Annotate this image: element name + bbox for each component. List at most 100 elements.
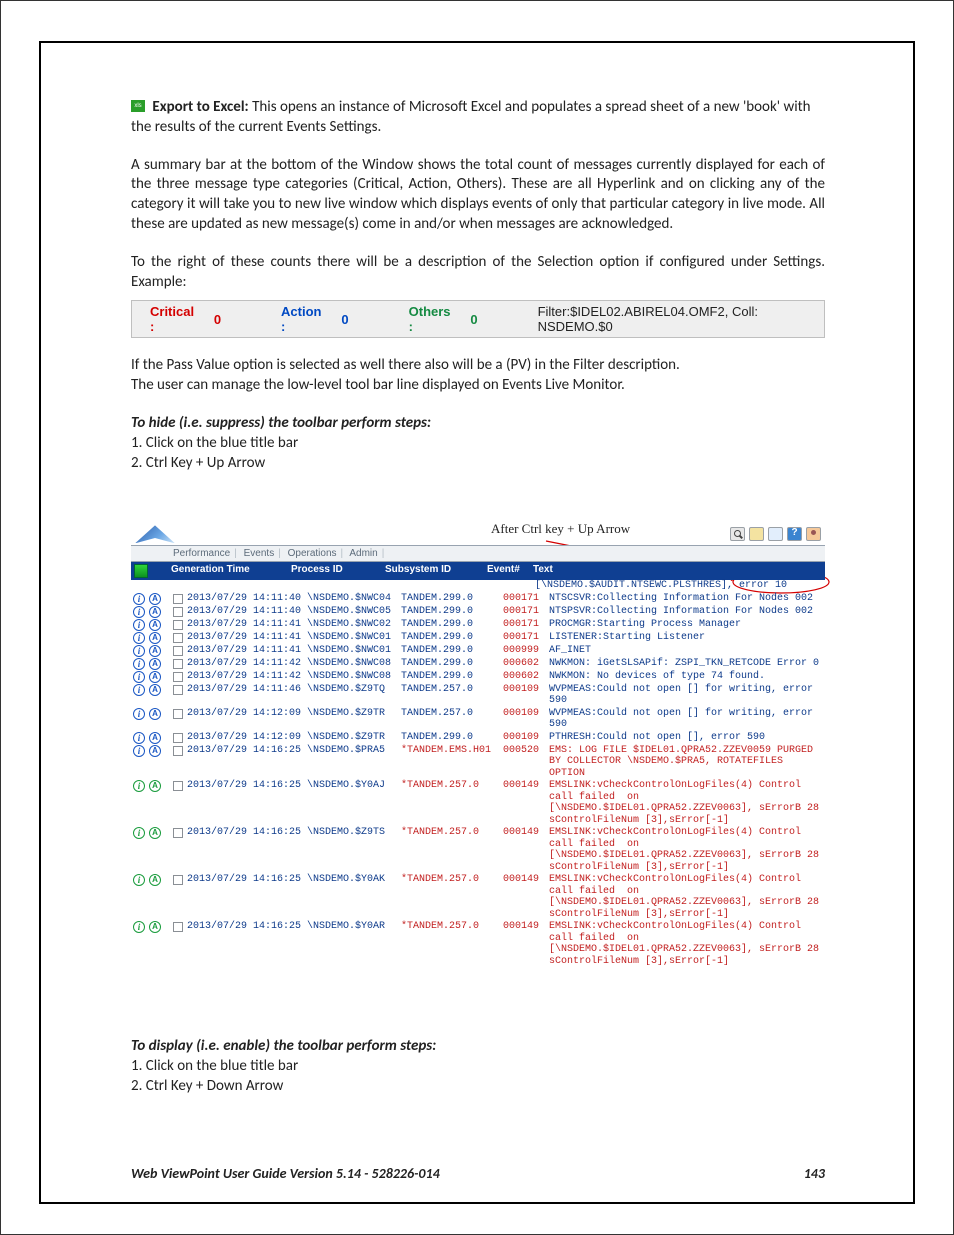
cell-process-id: \NSDEMO.$NWC01 [307, 645, 401, 657]
row-checkbox[interactable] [173, 781, 183, 791]
row-checkbox[interactable] [173, 620, 183, 630]
info-icon[interactable]: i [133, 780, 145, 792]
table-row[interactable]: iA2013/07/29 14:16:25\NSDEMO.$Z9TS*TANDE… [131, 826, 825, 873]
ack-icon[interactable]: A [149, 708, 161, 720]
ack-icon[interactable]: A [149, 645, 161, 657]
row-checkbox[interactable] [173, 672, 183, 682]
action-label[interactable]: Action : [281, 304, 327, 334]
cell-event-number: 000520 [503, 745, 547, 780]
table-row[interactable]: iA2013/07/29 14:16:25\NSDEMO.$Y0AJ*TANDE… [131, 779, 825, 826]
export-to-excel-label: Export to Excel: [152, 98, 248, 116]
row-icons: iA [131, 619, 173, 631]
ack-icon[interactable]: A [149, 874, 161, 886]
table-row[interactable]: iA2013/07/29 14:12:09\NSDEMO.$Z9TRTANDEM… [131, 707, 825, 731]
table-row[interactable]: iA2013/07/29 14:11:42\NSDEMO.$NWC08TANDE… [131, 657, 825, 670]
info-icon[interactable]: i [133, 874, 145, 886]
info-icon[interactable]: i [133, 645, 145, 657]
table-row[interactable]: iA2013/07/29 14:16:25\NSDEMO.$Y0AR*TANDE… [131, 920, 825, 967]
hide-step-1: 1. Click on the blue title bar [131, 434, 825, 454]
col-process-id[interactable]: Process ID [291, 564, 385, 578]
ack-icon[interactable]: A [149, 658, 161, 670]
menu-performance[interactable]: Performance [173, 548, 230, 559]
ack-icon[interactable]: A [149, 827, 161, 839]
cell-event-number: 000999 [503, 645, 547, 657]
row-checkbox[interactable] [173, 746, 183, 756]
row-checkbox[interactable] [173, 709, 183, 719]
cell-event-number: 000171 [503, 632, 547, 644]
info-icon[interactable]: i [133, 606, 145, 618]
row-icons: iA [131, 593, 173, 605]
ack-icon[interactable]: A [149, 593, 161, 605]
ack-icon[interactable]: A [149, 684, 161, 696]
col-text[interactable]: Text [531, 564, 825, 578]
table-row[interactable]: iA2013/07/29 14:11:40\NSDEMO.$NWC04TANDE… [131, 592, 825, 605]
ack-icon[interactable]: A [149, 619, 161, 631]
table-row[interactable]: iA2013/07/29 14:11:41\NSDEMO.$NWC02TANDE… [131, 618, 825, 631]
ack-icon[interactable]: A [149, 745, 161, 757]
row-checkbox[interactable] [173, 875, 183, 885]
ack-icon[interactable]: A [149, 921, 161, 933]
info-icon[interactable]: i [133, 593, 145, 605]
col-subsystem-id[interactable]: Subsystem ID [385, 564, 487, 578]
row-checkbox[interactable] [173, 594, 183, 604]
cell-process-id: \NSDEMO.$Z9TR [307, 708, 401, 731]
ack-icon[interactable]: A [149, 632, 161, 644]
ack-icon[interactable]: A [149, 732, 161, 744]
others-label[interactable]: Others : [409, 304, 457, 334]
info-icon[interactable]: i [133, 684, 145, 696]
cell-event-number: 000602 [503, 658, 547, 670]
row-checkbox[interactable] [173, 733, 183, 743]
row-checkbox[interactable] [173, 922, 183, 932]
row-icons: iA [131, 745, 173, 757]
search-icon[interactable] [730, 527, 745, 541]
cell-process-id: \NSDEMO.$PRA5 [307, 745, 401, 780]
row-checkbox[interactable] [173, 633, 183, 643]
row-checkbox[interactable] [173, 607, 183, 617]
table-row[interactable]: iA2013/07/29 14:11:42\NSDEMO.$NWC08TANDE… [131, 670, 825, 683]
cell-process-id: \NSDEMO.$Z9TQ [307, 684, 401, 707]
ack-icon[interactable]: A [149, 671, 161, 683]
table-row[interactable]: iA2013/07/29 14:11:41\NSDEMO.$NWC01TANDE… [131, 644, 825, 657]
cell-subsystem-id: TANDEM.299.0 [401, 671, 503, 683]
table-row[interactable]: iA2013/07/29 14:12:09\NSDEMO.$Z9TRTANDEM… [131, 731, 825, 744]
display-toolbar-heading: To display (i.e. enable) the toolbar per… [131, 1037, 825, 1057]
hide-toolbar-heading: To hide (i.e. suppress) the toolbar perf… [131, 414, 825, 434]
info-icon[interactable]: i [133, 827, 145, 839]
row-checkbox[interactable] [173, 646, 183, 656]
export-icon[interactable] [768, 527, 783, 541]
help-icon[interactable] [787, 527, 802, 541]
col-generation-time[interactable]: Generation Time [171, 564, 291, 578]
table-row[interactable]: iA2013/07/29 14:11:41\NSDEMO.$NWC01TANDE… [131, 631, 825, 644]
menu-operations[interactable]: Operations [288, 548, 337, 559]
table-row[interactable]: iA2013/07/29 14:11:40\NSDEMO.$NWC05TANDE… [131, 605, 825, 618]
info-icon[interactable]: i [133, 658, 145, 670]
ack-icon[interactable]: A [149, 606, 161, 618]
table-row[interactable]: iA2013/07/29 14:11:46\NSDEMO.$Z9TQTANDEM… [131, 683, 825, 707]
cell-generation-time: 2013/07/29 14:11:46 [187, 684, 307, 707]
theme-icon[interactable] [749, 527, 764, 541]
cell-generation-time: 2013/07/29 14:16:25 [187, 921, 307, 967]
info-icon[interactable]: i [133, 619, 145, 631]
row-checkbox[interactable] [173, 685, 183, 695]
critical-label[interactable]: Critical : [150, 304, 200, 334]
info-icon[interactable]: i [133, 632, 145, 644]
ack-icon[interactable]: A [149, 780, 161, 792]
menu-admin[interactable]: Admin [349, 548, 377, 559]
table-row[interactable]: iA2013/07/29 14:16:25\NSDEMO.$Y0AK*TANDE… [131, 873, 825, 920]
info-icon[interactable]: i [133, 745, 145, 757]
row-checkbox[interactable] [173, 828, 183, 838]
others-value: 0 [470, 312, 477, 327]
info-icon[interactable]: i [133, 921, 145, 933]
info-icon[interactable]: i [133, 671, 145, 683]
cell-text: EMSLINK:vCheckControlOnLogFiles(4) Contr… [547, 921, 825, 967]
cell-generation-time: 2013/07/29 14:11:41 [187, 632, 307, 644]
action-value: 0 [341, 312, 348, 327]
col-event-number[interactable]: Event# [487, 564, 531, 578]
info-icon[interactable]: i [133, 732, 145, 744]
table-row[interactable]: iA2013/07/29 14:16:25\NSDEMO.$PRA5*TANDE… [131, 744, 825, 780]
menu-events[interactable]: Events [244, 548, 275, 559]
info-icon[interactable]: i [133, 708, 145, 720]
row-checkbox[interactable] [173, 659, 183, 669]
status-square-icon[interactable] [134, 564, 148, 578]
user-icon[interactable] [806, 527, 821, 541]
